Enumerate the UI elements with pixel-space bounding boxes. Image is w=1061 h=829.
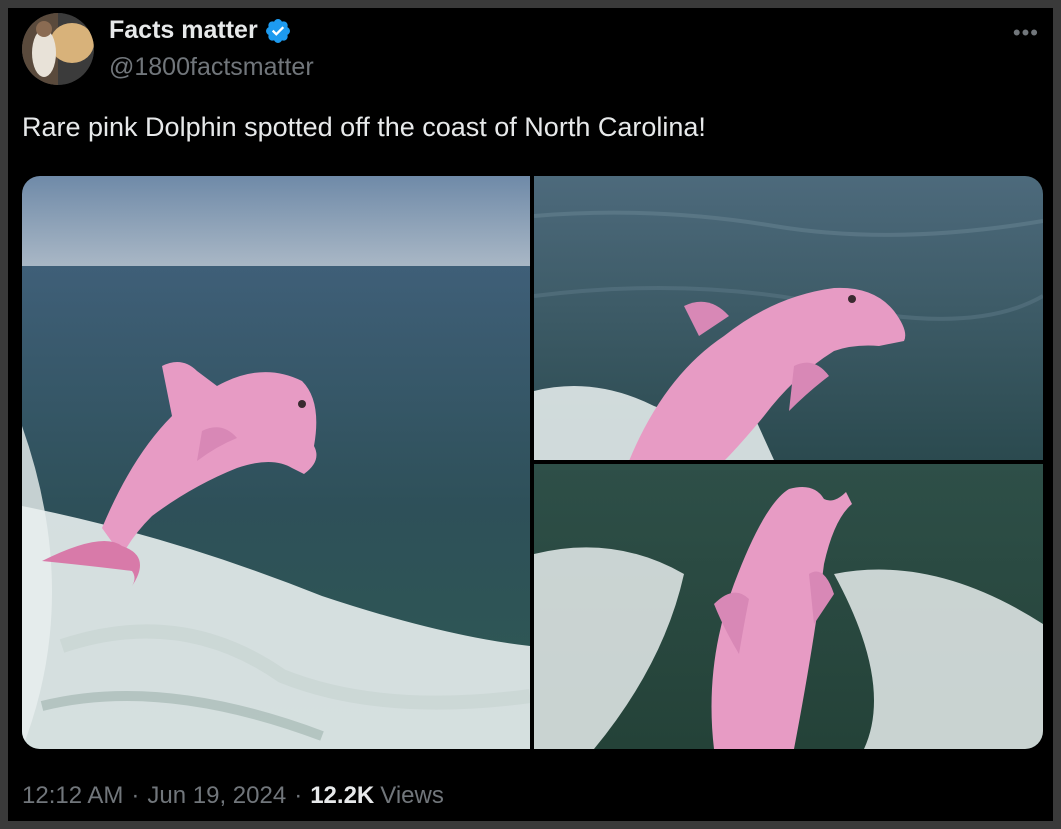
verified-badge-icon xyxy=(265,18,290,43)
pink-dolphin-photo xyxy=(22,176,530,749)
views-count[interactable]: 12.2K xyxy=(310,782,374,810)
meta-separator: · xyxy=(294,782,303,809)
display-name[interactable]: Facts matter xyxy=(109,16,258,45)
tweet-time[interactable]: 12:12 AM xyxy=(22,782,123,810)
tweet-card: Facts matter @1800factsmatter ••• Rare p… xyxy=(8,8,1053,821)
pink-dolphin-photo xyxy=(534,464,1043,749)
avatar[interactable] xyxy=(22,13,94,85)
media-photo-3[interactable] xyxy=(534,464,1043,749)
media-grid xyxy=(22,176,1043,749)
author-handle[interactable]: @1800factsmatter xyxy=(109,53,314,82)
pink-dolphin-photo xyxy=(534,176,1043,460)
media-photo-2[interactable] xyxy=(534,176,1043,460)
tweet-meta: 12:12 AM · Jun 19, 2024 · 12.2K Views xyxy=(22,782,444,810)
tweet-date[interactable]: Jun 19, 2024 xyxy=(147,782,286,810)
user-avatar-image xyxy=(22,13,94,85)
views-label: Views xyxy=(380,782,444,809)
more-options-icon[interactable]: ••• xyxy=(1013,20,1039,46)
media-photo-1[interactable] xyxy=(22,176,530,749)
tweet-text: Rare pink Dolphin spotted off the coast … xyxy=(22,112,706,142)
meta-separator: · xyxy=(131,782,140,809)
